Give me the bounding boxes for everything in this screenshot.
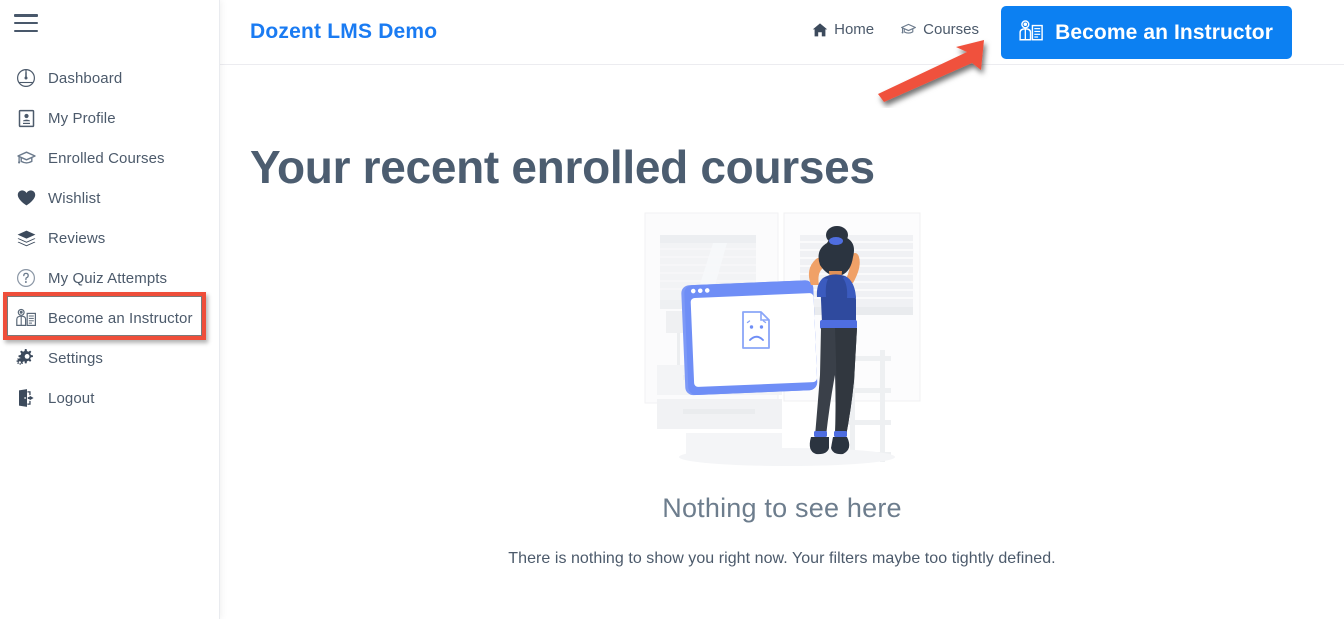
sidebar-item-settings[interactable]: Settings [0, 338, 220, 378]
hamburger-line [14, 14, 38, 17]
empty-state: Nothing to see here There is nothing to … [220, 205, 1344, 568]
sidebar-item-dashboard[interactable]: Dashboard [0, 58, 220, 98]
sidebar-item-enrolled-courses[interactable]: Enrolled Courses [0, 138, 220, 178]
home-icon [812, 22, 828, 38]
header-nav: Home Courses [812, 21, 979, 38]
graduation-cap-icon [14, 146, 38, 170]
sidebar-item-my-quiz-attempts[interactable]: My Quiz Attempts [0, 258, 220, 298]
sidebar-item-label: Wishlist [48, 189, 101, 207]
sidebar-item-label: My Quiz Attempts [48, 269, 168, 287]
sidebar-item-reviews[interactable]: Reviews [0, 218, 220, 258]
question-circle-icon [14, 266, 38, 290]
sidebar-item-label: Dashboard [48, 69, 123, 87]
become-an-instructor-button[interactable]: Become an Instructor [1001, 6, 1292, 59]
sidebar-item-wishlist[interactable]: Wishlist [0, 178, 220, 218]
sidebar: Dashboard My Profile Enrolled Courses Wi… [0, 0, 220, 619]
empty-state-description: There is nothing to show you right now. … [508, 550, 1056, 567]
sidebar-item-become-an-instructor[interactable]: Become an Instructor [0, 298, 220, 338]
empty-state-title: Nothing to see here [662, 493, 902, 523]
sidebar-item-label: My Profile [48, 109, 116, 127]
instructor-board-icon [1018, 19, 1044, 46]
nav-link-home[interactable]: Home [812, 21, 874, 38]
graduation-cap-icon [900, 21, 917, 38]
hamburger-menu-icon[interactable] [14, 12, 40, 34]
heart-icon [14, 186, 38, 210]
site-header: Dozent LMS Demo Home Courses Become an I… [220, 0, 1344, 65]
sidebar-item-label: Become an Instructor [48, 309, 193, 327]
become-an-instructor-button-label: Become an Instructor [1055, 20, 1273, 44]
sidebar-item-label: Enrolled Courses [48, 149, 165, 167]
site-title[interactable]: Dozent LMS Demo [250, 20, 437, 44]
sidebar-item-label: Reviews [48, 229, 106, 247]
nav-link-label: Home [834, 21, 875, 38]
sidebar-item-label: Settings [48, 349, 103, 367]
sidebar-item-logout[interactable]: Logout [0, 378, 220, 418]
layers-icon [14, 226, 38, 250]
main-content: Your recent enrolled courses Nothing to … [220, 65, 1344, 619]
lms-dashboard-page: Dashboard My Profile Enrolled Courses Wi… [0, 0, 1344, 619]
nav-link-label: Courses [923, 21, 979, 38]
sidebar-menu: Dashboard My Profile Enrolled Courses Wi… [0, 58, 220, 418]
sidebar-item-label: Logout [48, 389, 95, 407]
empty-state-illustration [644, 212, 921, 466]
logout-door-icon [14, 386, 38, 410]
instructor-board-icon [14, 306, 38, 330]
id-card-icon [14, 106, 38, 130]
hamburger-line [14, 29, 38, 32]
sidebar-item-my-profile[interactable]: My Profile [0, 98, 220, 138]
dashboard-gauge-icon [14, 66, 38, 90]
hamburger-line [14, 21, 38, 25]
page-title: Your recent enrolled courses [250, 140, 875, 193]
nav-link-courses[interactable]: Courses [900, 21, 979, 38]
gear-icon [14, 346, 38, 370]
